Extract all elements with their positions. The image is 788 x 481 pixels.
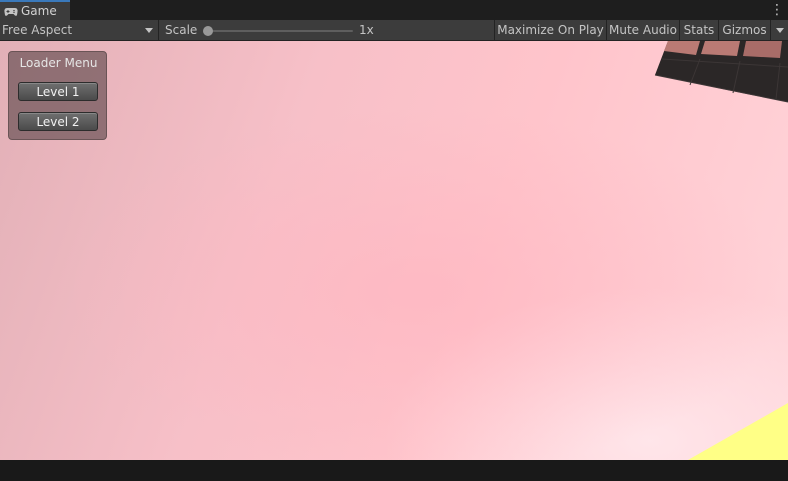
stats-toggle[interactable]: Stats	[679, 20, 718, 40]
loader-menu-title: Loader Menu	[19, 56, 98, 70]
scale-value: 1x	[359, 23, 374, 37]
floor-platform	[654, 41, 788, 103]
maximize-on-play-toggle[interactable]: Maximize On Play	[494, 20, 606, 40]
scale-label: Scale	[165, 23, 198, 37]
chevron-down-icon	[776, 28, 784, 33]
bottom-status-strip	[0, 460, 788, 481]
tab-bar: Game ⋮	[0, 0, 788, 20]
gizmos-dropdown[interactable]	[770, 20, 788, 40]
scene-geometry	[654, 41, 788, 460]
scale-slider-track[interactable]	[205, 30, 353, 32]
loader-menu: Loader Menu Level 1 Level 2	[8, 51, 107, 140]
chevron-down-icon	[145, 28, 153, 33]
aspect-label: Free Aspect	[2, 23, 73, 37]
more-options-icon[interactable]: ⋮	[770, 2, 784, 18]
tab-game[interactable]: Game	[0, 0, 70, 20]
level-2-button[interactable]: Level 2	[18, 112, 98, 131]
yellow-plane	[688, 403, 788, 460]
game-viewport[interactable]: Loader Menu Level 1 Level 2	[0, 41, 788, 460]
gizmos-toggle[interactable]: Gizmos	[718, 20, 770, 40]
aspect-dropdown[interactable]: Free Aspect	[0, 20, 159, 40]
mute-audio-toggle[interactable]: Mute Audio	[606, 20, 679, 40]
scale-slider-thumb[interactable]	[203, 26, 213, 36]
level-1-button[interactable]: Level 1	[18, 82, 98, 101]
game-toolbar: Free Aspect Scale 1x Maximize On Play Mu…	[0, 20, 788, 41]
tab-label: Game	[21, 4, 57, 18]
gamepad-icon	[4, 6, 18, 16]
